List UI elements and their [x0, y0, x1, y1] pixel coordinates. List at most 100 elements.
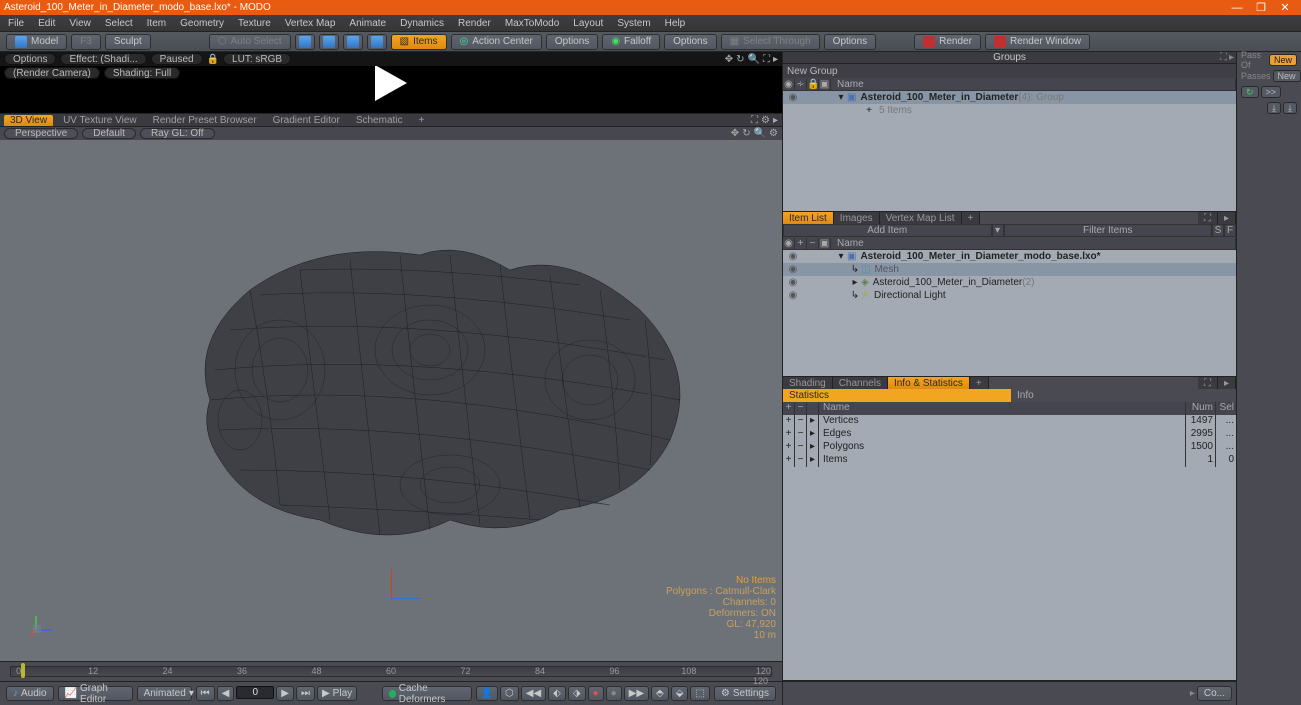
- tab-itemlist[interactable]: Item List: [783, 212, 834, 224]
- collapse-button[interactable]: ⤓: [1267, 102, 1281, 114]
- tab-info-stats[interactable]: Info & Statistics: [888, 377, 970, 389]
- tab-add[interactable]: +: [962, 212, 981, 224]
- actor-button[interactable]: 👤: [476, 686, 498, 701]
- close-icon[interactable]: ▸: [1218, 212, 1236, 224]
- plus-col-icon[interactable]: +: [795, 238, 807, 249]
- auto-select-button[interactable]: ⬡Auto Select: [209, 34, 291, 50]
- menu-view[interactable]: View: [65, 18, 95, 29]
- preview-options[interactable]: Options: [4, 53, 56, 65]
- light-row[interactable]: ◉ ↳☀ Directional Light: [783, 289, 1236, 302]
- first-frame-button[interactable]: ⏮: [196, 686, 215, 701]
- select-through-button[interactable]: ▦Select Through: [721, 34, 820, 50]
- current-frame-field[interactable]: 0: [236, 686, 274, 699]
- tab-add[interactable]: +: [413, 115, 431, 126]
- eye-col-icon[interactable]: ◉: [783, 238, 795, 249]
- menu-edit[interactable]: Edit: [34, 18, 59, 29]
- tab-shading[interactable]: Shading: [783, 377, 833, 389]
- expand-icon[interactable]: ▸: [1190, 688, 1195, 699]
- select-edge-button[interactable]: [319, 34, 339, 50]
- action-center-button[interactable]: ◎Action Center: [451, 34, 542, 50]
- item-row[interactable]: ◉ ▸◈ Asteroid_100_Meter_in_Diameter(2): [783, 276, 1236, 289]
- vp-zoom-icon[interactable]: 🔍: [754, 128, 766, 139]
- select-vertex-button[interactable]: [295, 34, 315, 50]
- vp-move-icon[interactable]: ✥: [731, 128, 739, 139]
- group-row[interactable]: ◉ ▾▣ Asteroid_100_Meter_in_Diameter (4):…: [783, 91, 1236, 104]
- select-poly-button[interactable]: [343, 34, 363, 50]
- tab-channels[interactable]: Channels: [833, 377, 888, 389]
- lock-icon[interactable]: 🔒: [207, 54, 219, 65]
- preview-lut[interactable]: LUT: sRGB: [223, 53, 291, 65]
- playhead[interactable]: [21, 663, 25, 678]
- key-tool2-button[interactable]: ⬚: [690, 686, 709, 701]
- timeline[interactable]: 0 12 24 36 48 60 72 84 96 108 120 120: [0, 661, 782, 681]
- expand-icon[interactable]: ⛶: [1198, 377, 1218, 389]
- action-button[interactable]: ⬡: [500, 686, 519, 701]
- axis-gizmo-icon[interactable]: [30, 612, 54, 636]
- tab-add[interactable]: +: [970, 377, 989, 389]
- menu-dynamics[interactable]: Dynamics: [396, 18, 448, 29]
- tab-gradient[interactable]: Gradient Editor: [267, 115, 346, 126]
- forward-button[interactable]: >>: [1261, 86, 1282, 98]
- tab-preset[interactable]: Render Preset Browser: [147, 115, 263, 126]
- maximize-panel-icon[interactable]: ⛶: [751, 115, 758, 126]
- menu-geometry[interactable]: Geometry: [176, 18, 228, 29]
- close-icon[interactable]: ▸: [1229, 52, 1234, 63]
- next-icon[interactable]: ▸: [773, 54, 778, 65]
- menu-select[interactable]: Select: [101, 18, 137, 29]
- table-row[interactable]: +−▸Edges2995...: [783, 428, 1236, 441]
- filter-s-button[interactable]: S: [1212, 224, 1224, 237]
- groups-list[interactable]: ◉ ▾▣ Asteroid_100_Meter_in_Diameter (4):…: [783, 91, 1236, 211]
- collapse2-button[interactable]: ⤓: [1283, 102, 1297, 114]
- move-icon[interactable]: ✥: [725, 54, 733, 65]
- render-window-button[interactable]: Render Window: [985, 34, 1090, 50]
- new-group-button[interactable]: New Group: [783, 64, 1236, 78]
- preview-effect[interactable]: Effect: (Shadi...: [60, 53, 146, 65]
- table-row[interactable]: +−▸Vertices1497...: [783, 415, 1236, 428]
- lock-col-icon[interactable]: 🔒: [807, 79, 819, 90]
- preview-camera[interactable]: (Render Camera): [4, 67, 100, 79]
- refresh-icon[interactable]: ↻: [736, 54, 744, 65]
- menu-texture[interactable]: Texture: [234, 18, 275, 29]
- menu-animate[interactable]: Animate: [345, 18, 390, 29]
- key-next-button[interactable]: ▶▶: [624, 686, 649, 701]
- last-frame-button[interactable]: ⏭: [296, 686, 315, 701]
- preview-shading[interactable]: Shading: Full: [104, 67, 180, 79]
- maximize-icon[interactable]: ❐: [1249, 1, 1273, 14]
- tab-images[interactable]: Images: [834, 212, 880, 224]
- render-col-icon[interactable]: ▣: [819, 79, 831, 90]
- model-button[interactable]: Model: [6, 34, 67, 50]
- vp-rotate-icon[interactable]: ↻: [742, 128, 750, 139]
- expand-icon[interactable]: ⛶: [763, 54, 770, 65]
- menu-file[interactable]: File: [4, 18, 28, 29]
- refresh-button[interactable]: ↻: [1241, 86, 1259, 98]
- group-subrow[interactable]: + 5 Items: [783, 104, 1236, 117]
- menu-help[interactable]: Help: [661, 18, 690, 29]
- menu-system[interactable]: System: [613, 18, 654, 29]
- menu-layout[interactable]: Layout: [569, 18, 607, 29]
- minus-col-icon[interactable]: −: [807, 238, 819, 249]
- close-panel-icon[interactable]: ▸: [773, 115, 778, 126]
- item-list[interactable]: ◉ ▾▣ Asteroid_100_Meter_in_Diameter_modo…: [783, 250, 1236, 376]
- play-preview-icon[interactable]: [375, 65, 407, 101]
- key-add-button[interactable]: ⬗: [568, 686, 586, 701]
- sculpt-button[interactable]: Sculpt: [105, 34, 151, 50]
- expand-icon[interactable]: ⛶: [1198, 212, 1218, 224]
- fo-options-button[interactable]: Options: [664, 34, 716, 50]
- close-icon[interactable]: ✕: [1273, 1, 1297, 14]
- key-del-button[interactable]: ⬖: [548, 686, 566, 701]
- next-frame-button[interactable]: ▶: [276, 686, 294, 701]
- mesh-row[interactable]: ◉ ↳◫ Mesh: [783, 263, 1236, 276]
- play-button[interactable]: ▶ Play: [317, 686, 357, 701]
- tab-schematic[interactable]: Schematic: [350, 115, 409, 126]
- gear-icon[interactable]: ⚙: [761, 115, 770, 126]
- new-passes-button[interactable]: New: [1273, 70, 1301, 82]
- zoom-icon[interactable]: 🔍: [748, 54, 760, 65]
- anim-mode-button[interactable]: Animated▾: [137, 686, 192, 701]
- cache-deformers-button[interactable]: Cache Deformers: [382, 686, 472, 701]
- tab-uv[interactable]: UV Texture View: [57, 115, 143, 126]
- graph-editor-button[interactable]: 📈Graph Editor: [58, 686, 133, 701]
- prev-frame-button[interactable]: ◀: [217, 686, 235, 701]
- vp-raygl[interactable]: Ray GL: Off: [140, 128, 215, 139]
- vp-perspective[interactable]: Perspective: [4, 128, 78, 139]
- menu-vertexmap[interactable]: Vertex Map: [281, 18, 340, 29]
